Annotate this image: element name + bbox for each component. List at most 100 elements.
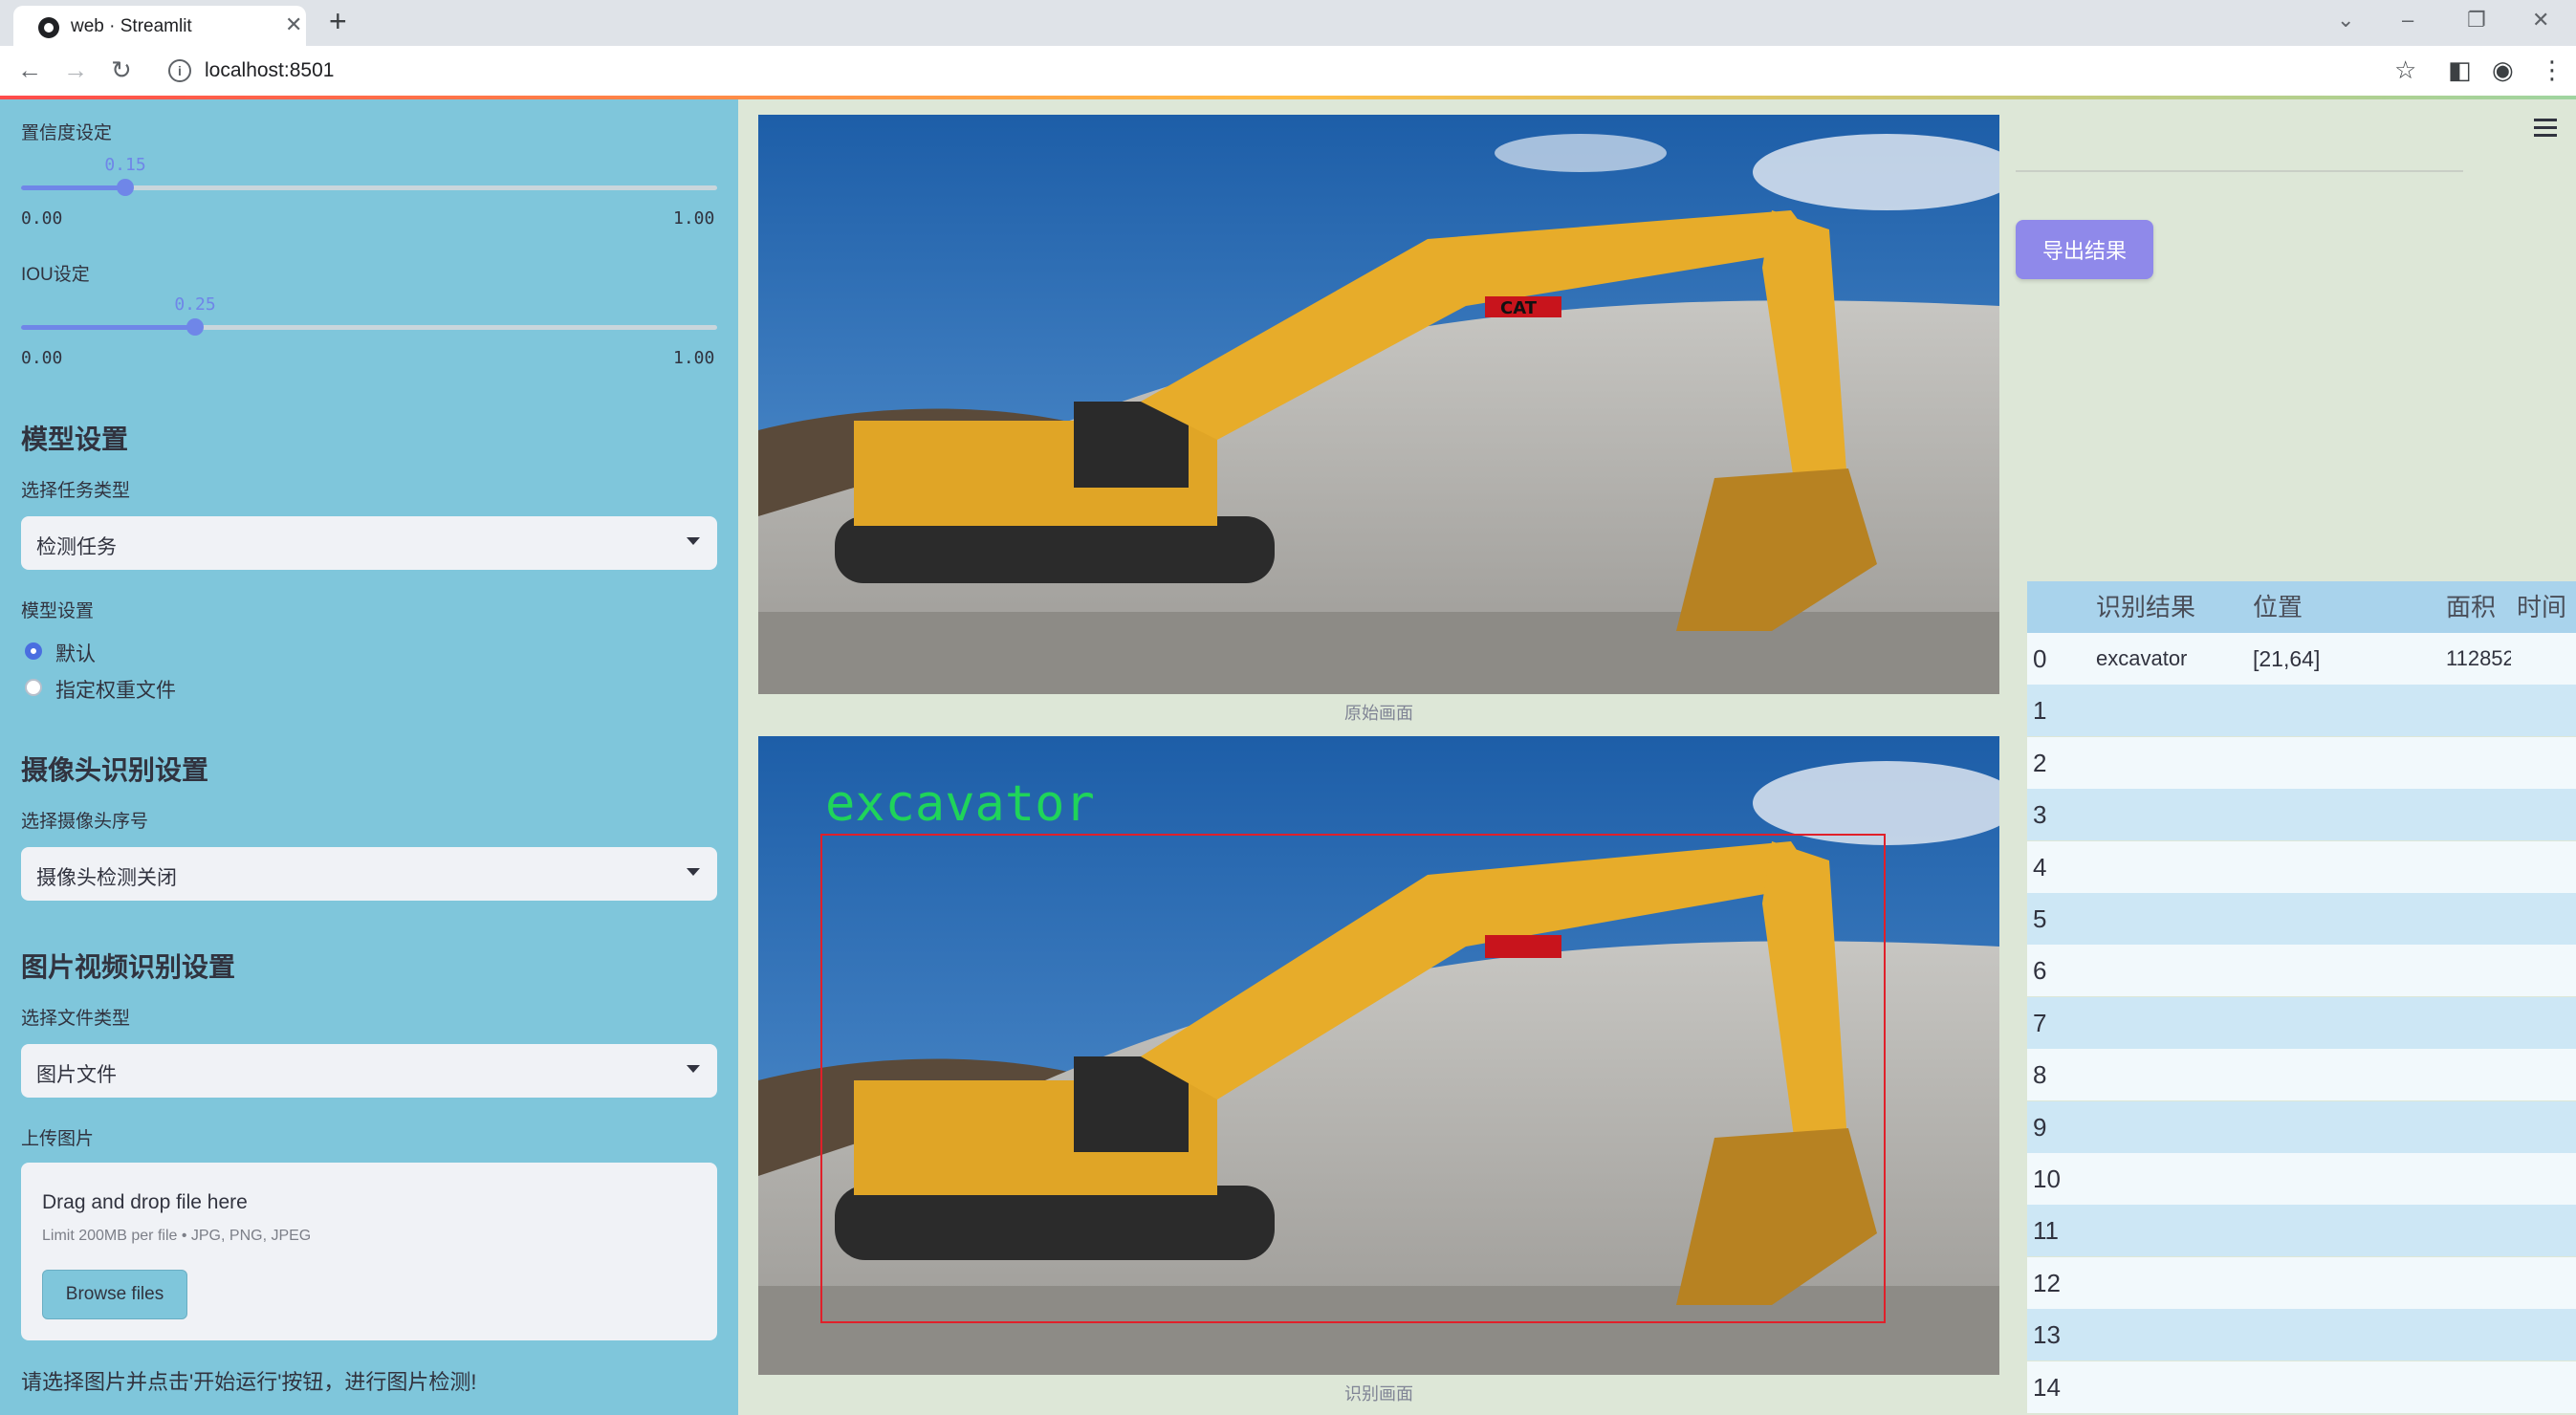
table-row[interactable]: 13 (2027, 1309, 2576, 1361)
restore-icon[interactable]: ❐ (2467, 8, 2486, 33)
cell-time (2517, 945, 2576, 996)
camera-label: 选择摄像头序号 (21, 812, 149, 832)
cell-time (2517, 1049, 2576, 1100)
export-results-button[interactable]: 导出结果 (2016, 220, 2153, 279)
cell-result (2096, 893, 2216, 945)
excavator-photo: CAT (758, 115, 1999, 694)
minimize-icon[interactable]: – (2402, 8, 2413, 33)
close-icon[interactable]: ✕ (285, 12, 302, 37)
cell-area (2446, 1101, 2511, 1153)
cell-result (2096, 997, 2216, 1049)
file-type-select[interactable]: 图片文件 (21, 1044, 717, 1098)
table-row[interactable]: 12 (2027, 1256, 2576, 1309)
browse-files-button[interactable]: Browse files (42, 1270, 187, 1319)
cell-time (2517, 841, 2576, 893)
cell-position (2253, 997, 2452, 1049)
tab-search-icon[interactable]: ⌄ (2337, 8, 2354, 33)
side-panel-icon[interactable]: ◧ (2448, 55, 2472, 85)
table-row[interactable]: 4 (2027, 840, 2576, 893)
forward-icon[interactable]: → (63, 55, 88, 85)
cell-time (2517, 737, 2576, 789)
header-area[interactable]: 面积 (2446, 581, 2511, 633)
task-type-select[interactable]: 检测任务 (21, 516, 717, 570)
cell-index: 13 (2033, 1320, 2061, 1350)
cell-area (2446, 1205, 2511, 1256)
browser-tab-bar: web · Streamlit ✕ + ⌄ – ❐ ✕ (0, 0, 2576, 46)
camera-select[interactable]: 摄像头检测关闭 (21, 847, 717, 901)
profile-avatar-icon[interactable]: ◉ (2492, 55, 2514, 85)
table-row[interactable]: 9 (2027, 1100, 2576, 1153)
header-time[interactable]: 时间 (2517, 581, 2576, 633)
table-row[interactable]: 1 (2027, 685, 2576, 737)
radio-weight-file[interactable] (25, 679, 42, 696)
address-bar[interactable]: i localhost:8501 (155, 52, 2402, 90)
radio-default[interactable] (25, 642, 42, 660)
iou-slider[interactable]: 0.25 (21, 294, 717, 336)
file-uploader-dropzone[interactable]: Drag and drop file here Limit 200MB per … (21, 1163, 717, 1340)
cell-position (2253, 737, 2452, 789)
confidence-label: 置信度设定 (21, 123, 113, 143)
header-result[interactable]: 识别结果 (2096, 581, 2216, 633)
site-info-icon[interactable]: i (168, 59, 191, 82)
table-row[interactable]: 6 (2027, 945, 2576, 997)
table-row[interactable]: 14 (2027, 1361, 2576, 1413)
cell-result (2096, 1205, 2216, 1256)
iou-max: 1.00 (673, 348, 715, 368)
bookmark-star-icon[interactable]: ☆ (2394, 55, 2416, 85)
iou-min: 0.00 (21, 348, 63, 368)
cell-position (2253, 945, 2452, 996)
table-row[interactable]: 8 (2027, 1049, 2576, 1101)
cell-position (2253, 1257, 2452, 1309)
cell-time (2517, 1101, 2576, 1153)
cell-result (2096, 945, 2216, 996)
upload-label: 上传图片 (21, 1129, 95, 1149)
header-position[interactable]: 位置 (2253, 581, 2452, 633)
browser-tab[interactable]: web · Streamlit ✕ (13, 6, 306, 46)
cell-position (2253, 1361, 2452, 1413)
table-row[interactable]: 5 (2027, 893, 2576, 945)
radio-default-label[interactable]: 默认 (55, 639, 96, 667)
cell-area (2446, 1361, 2511, 1413)
cell-index: 7 (2033, 1008, 2047, 1037)
confidence-slider[interactable]: 0.15 (21, 155, 717, 196)
iou-slider-fill (21, 325, 195, 330)
cell-area (2446, 737, 2511, 789)
back-icon[interactable]: ← (17, 55, 42, 85)
table-row[interactable]: 11 (2027, 1205, 2576, 1257)
browser-menu-icon[interactable]: ⋮ (2540, 55, 2565, 85)
cell-position (2253, 1153, 2452, 1205)
instruction-text: 请选择图片并点击'开始运行'按钮，进行图片检测! (21, 1370, 477, 1394)
cell-index: 5 (2033, 904, 2047, 933)
radio-weight-file-label[interactable]: 指定权重文件 (55, 675, 176, 704)
url-text[interactable]: localhost:8501 (205, 59, 334, 82)
cell-area (2446, 997, 2511, 1049)
cell-time (2517, 1205, 2576, 1256)
table-row[interactable]: 7 (2027, 996, 2576, 1049)
cell-position (2253, 893, 2452, 945)
cell-result (2096, 841, 2216, 893)
confidence-slider-thumb[interactable] (117, 179, 134, 196)
original-image: CAT (758, 115, 1999, 694)
table-row[interactable]: 2 (2027, 736, 2576, 789)
cell-index: 9 (2033, 1112, 2047, 1142)
reload-icon[interactable]: ↻ (111, 55, 132, 85)
iou-slider-thumb[interactable] (186, 318, 204, 336)
iou-value: 0.25 (174, 294, 216, 315)
cell-position (2253, 841, 2452, 893)
header-index[interactable] (2033, 581, 2083, 633)
new-tab-icon[interactable]: + (329, 4, 347, 39)
cell-area (2446, 945, 2511, 996)
cell-result (2096, 1049, 2216, 1100)
table-row[interactable]: 3 (2027, 789, 2576, 841)
cell-index: 4 (2033, 852, 2047, 882)
cell-index: 1 (2033, 696, 2047, 726)
original-caption: 原始画面 (1344, 704, 1413, 723)
app-menu-icon[interactable] (2534, 119, 2557, 142)
excavator-detected-photo: excavator (758, 736, 1999, 1375)
table-row[interactable]: 0 excavator [21,64] 1128520.02 (2027, 633, 2576, 685)
cell-result (2096, 1309, 2216, 1361)
cell-index: 2 (2033, 748, 2047, 777)
window-close-icon[interactable]: ✕ (2532, 8, 2549, 33)
table-row[interactable]: 10 (2027, 1153, 2576, 1205)
camera-value: 摄像头检测关闭 (36, 867, 177, 889)
